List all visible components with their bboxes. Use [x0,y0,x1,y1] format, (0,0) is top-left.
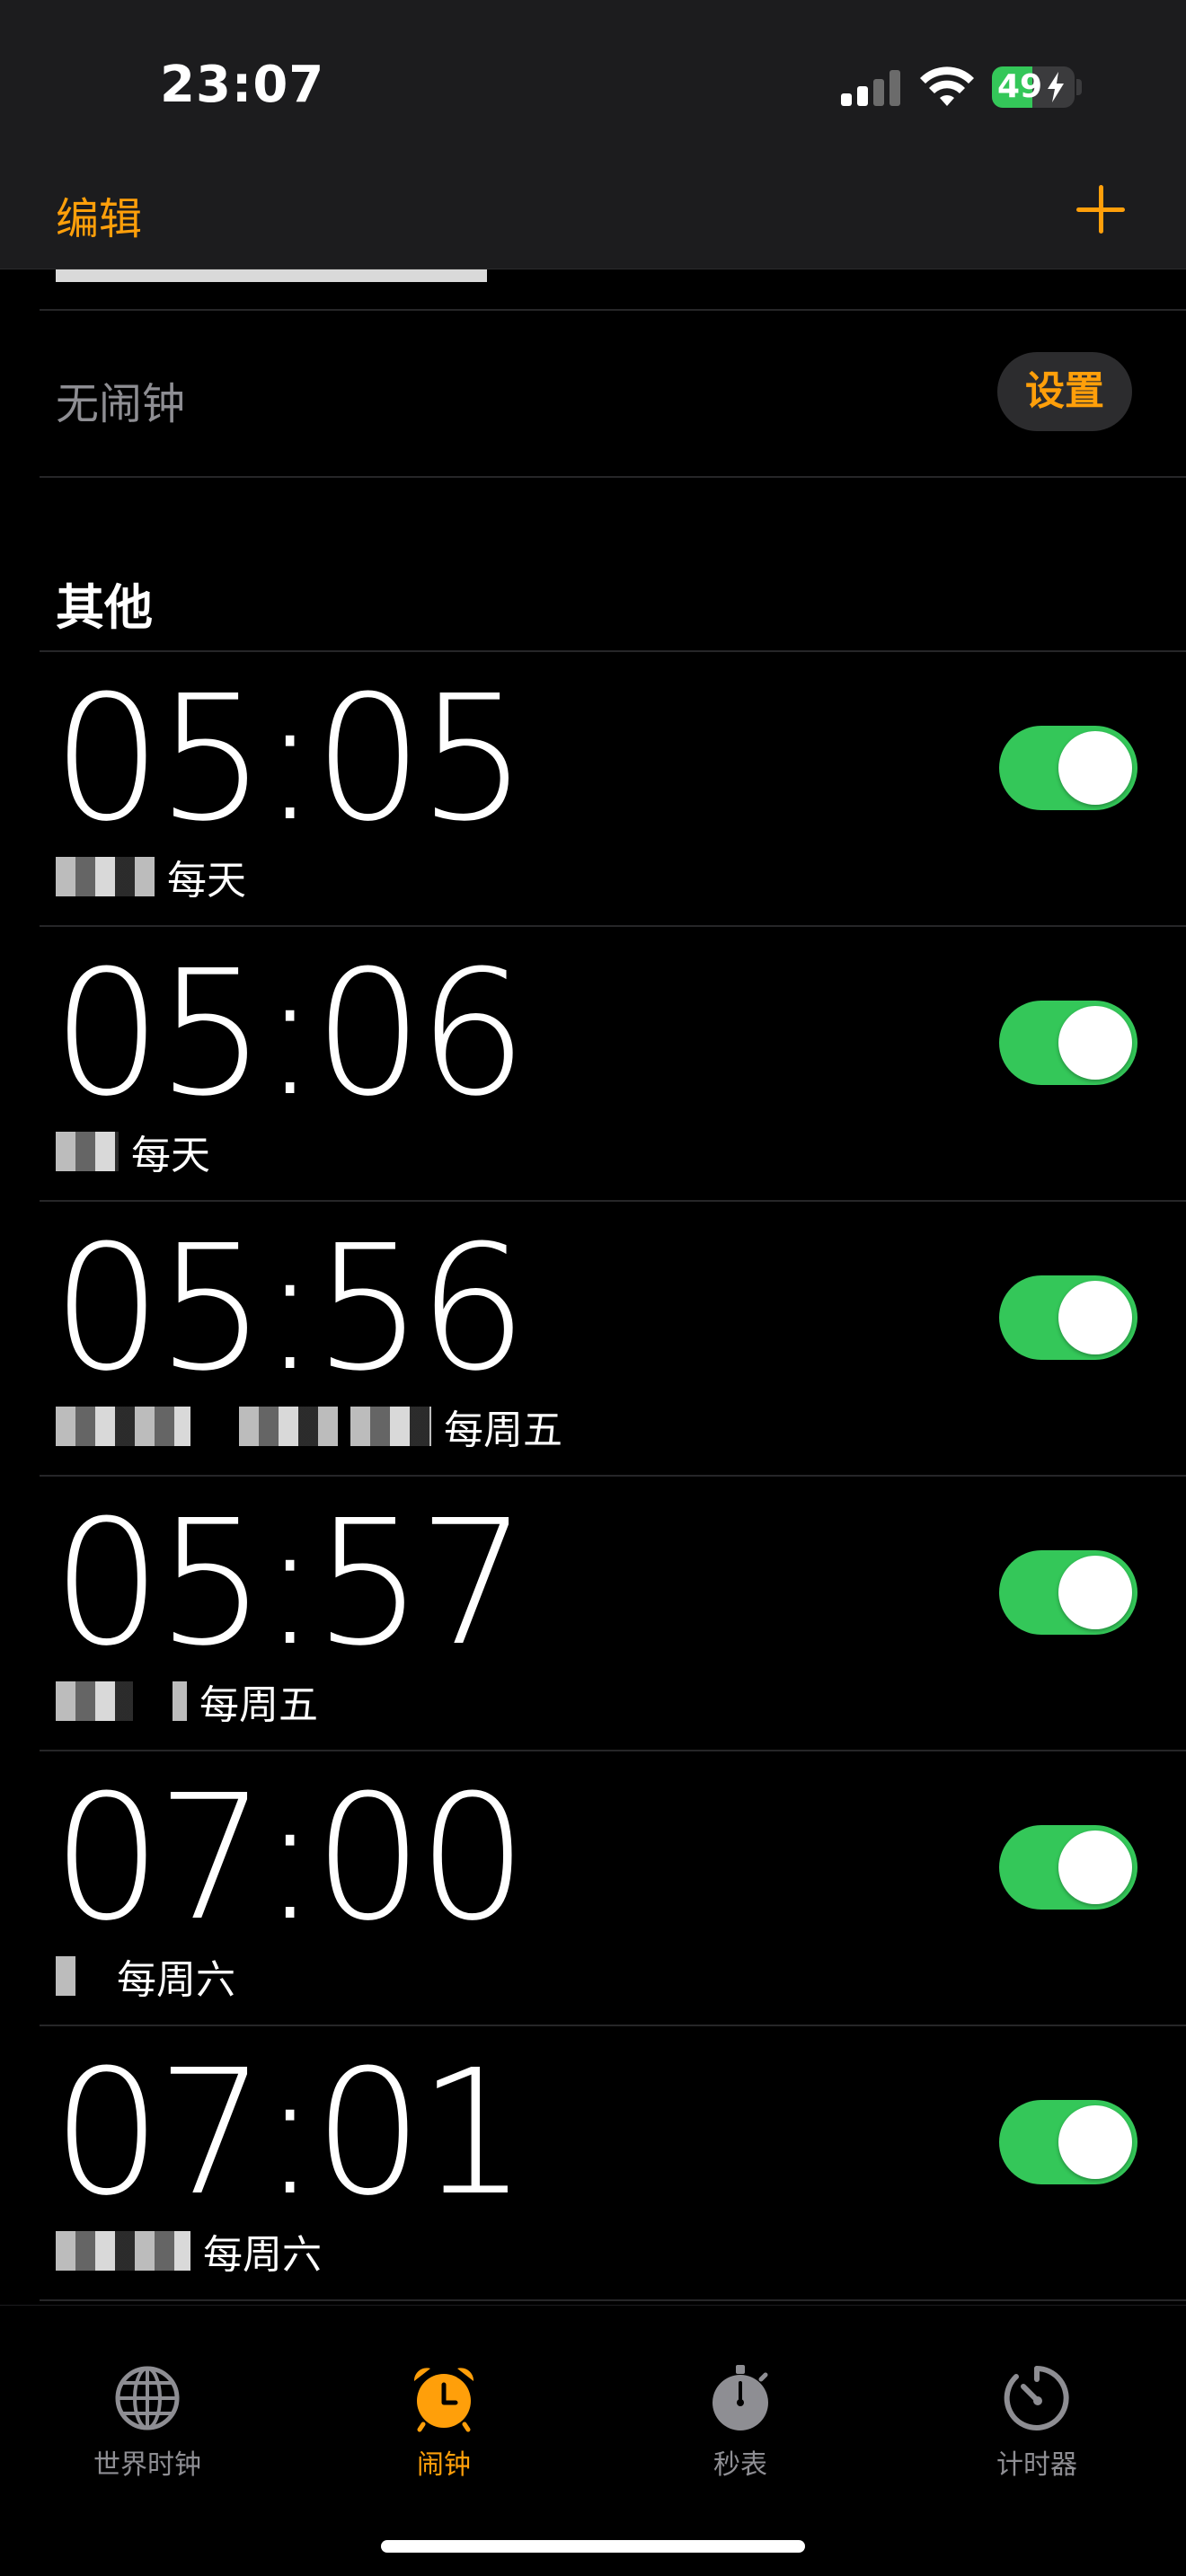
alarm-row[interactable]: 05:06 每天 [0,927,1186,1202]
tab-label: 世界时钟 [93,2449,201,2481]
alarm-toggle[interactable] [999,1275,1137,1360]
alarm-time: 05:05 [52,659,527,860]
tab-label: 计时器 [996,2449,1077,2481]
alarm-toggle[interactable] [999,1825,1137,1910]
wifi-icon [920,66,974,106]
toggle-knob [1058,731,1132,805]
alarm-time: 07:01 [52,2033,527,2234]
tab-label: 秒表 [713,2449,767,2481]
alarm-toggle[interactable] [999,726,1137,810]
redacted-label [56,1956,75,1996]
redacted-label [239,1407,338,1446]
tab-timer[interactable]: 计时器 [938,2363,1136,2482]
alarm-row[interactable]: 05:05 每天 [0,652,1186,927]
toggle-knob [1058,1556,1132,1629]
tab-alarm[interactable]: 闹钟 [345,2363,543,2482]
setup-button[interactable]: 设置 [997,352,1132,431]
top-bar: 23:07 49 编辑 [0,0,1186,269]
battery-icon: 49 [992,66,1075,108]
redacted-label [56,1407,190,1446]
toggle-knob [1058,1006,1132,1080]
toggle-knob [1058,1831,1132,1904]
alarm-row[interactable]: 07:01 每周六 [0,2026,1186,2301]
tab-stopwatch[interactable]: 秒表 [642,2363,839,2482]
divider [40,476,1186,478]
alarm-row[interactable]: 05:56 每周五 [0,1202,1186,1477]
alarm-toggle[interactable] [999,2100,1137,2184]
alarm-repeat: 每周五 [444,1407,562,1453]
alarm-clock-icon [413,2368,474,2432]
plus-icon[interactable] [1076,185,1125,234]
alarm-repeat: 每天 [131,1133,210,1178]
tab-bar: 世界时钟 闹钟 秒表 计时器 [0,2305,1186,2576]
timer-icon [1004,2366,1069,2430]
redacted-label [56,1132,119,1171]
alarm-row[interactable]: 07:00 每周六 [0,1751,1186,2026]
cellular-signal-icon [841,70,900,106]
home-indicator[interactable] [381,2540,805,2553]
alarm-time: 05:06 [52,934,527,1134]
alarm-row[interactable]: 05:57 每周五 [0,1477,1186,1751]
globe-icon [115,2366,180,2430]
alarm-repeat: 每周五 [199,1682,318,1728]
alarm-repeat: 每周六 [203,2232,322,2278]
redacted-label [56,857,155,896]
alarm-toggle[interactable] [999,1001,1137,1085]
alarm-time: 07:00 [52,1759,527,1959]
alarm-time: 05:57 [52,1484,527,1684]
toggle-knob [1058,2105,1132,2179]
alarm-repeat: 每周六 [117,1957,235,2003]
edit-button[interactable]: 编辑 [56,183,142,246]
toggle-knob [1058,1281,1132,1354]
charging-bolt-icon [1048,72,1064,102]
divider [40,2299,1186,2301]
redacted-label [56,2231,190,2271]
redacted-label [56,1681,133,1721]
redacted-label [350,1407,431,1446]
sleep-alarm-row: 无闹钟 设置 [0,309,1186,478]
alarm-repeat: 每天 [167,858,246,904]
status-time: 23:07 [160,56,325,114]
battery-cap [1076,79,1082,95]
section-title: 其他 [56,579,153,636]
alarm-toggle[interactable] [999,1550,1137,1635]
tab-world-clock[interactable]: 世界时钟 [49,2363,246,2482]
alarm-time: 05:56 [52,1209,527,1409]
stopwatch-icon [712,2365,768,2430]
redacted-label [173,1681,187,1721]
tab-label: 闹钟 [417,2449,471,2481]
no-alarm-label: 无闹钟 [56,379,186,429]
